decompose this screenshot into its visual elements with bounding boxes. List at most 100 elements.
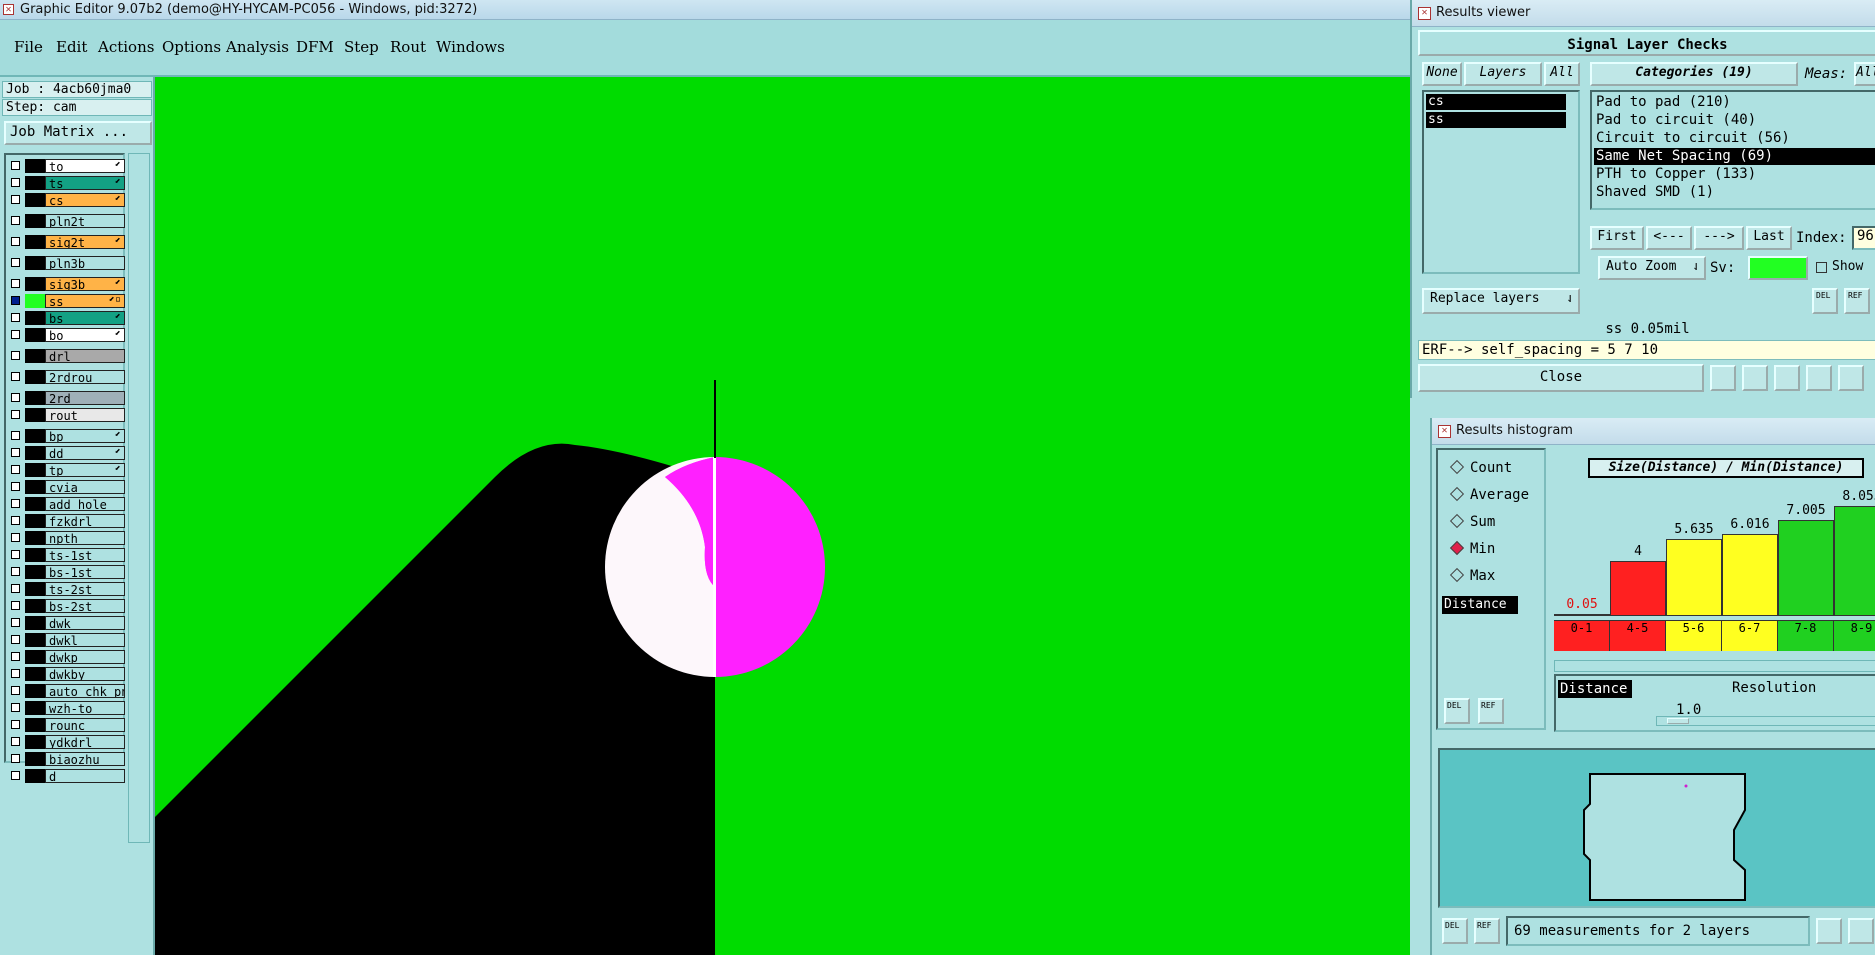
del-icon[interactable]: DEL — [1444, 698, 1470, 724]
layer-name[interactable]: cvia — [45, 480, 125, 494]
layer-name[interactable]: dwkp — [45, 650, 125, 664]
layer-name[interactable]: rounc — [45, 718, 125, 732]
layer-row[interactable]: dd ⬋ — [8, 446, 125, 460]
layer-row[interactable]: biaozhu — [8, 752, 125, 766]
layer-name[interactable]: biaozhu — [45, 752, 125, 766]
layer-row[interactable]: fzkdrl — [8, 514, 125, 528]
prev-button[interactable]: <--- — [1646, 226, 1692, 250]
layer-row[interactable]: ts-1st — [8, 548, 125, 562]
histogram-item-distance[interactable]: Distance — [1442, 596, 1518, 614]
layer-checkbox[interactable] — [11, 431, 20, 440]
layer-name[interactable]: sig3b — [45, 277, 125, 291]
layer-name[interactable]: bs-1st — [45, 565, 125, 579]
layers-none-button[interactable]: None — [1422, 62, 1462, 86]
layer-checkbox[interactable] — [11, 533, 20, 542]
layer-row[interactable]: drl — [8, 349, 125, 363]
layer-name[interactable]: pln3b — [45, 256, 125, 270]
layer-name[interactable]: 2rd — [45, 391, 125, 405]
layer-name[interactable]: dwk — [45, 616, 125, 630]
layer-row[interactable]: ts-2st — [8, 582, 125, 596]
layer-row[interactable]: dwkl — [8, 633, 125, 647]
mode-count[interactable]: Count — [1449, 459, 1512, 476]
layer-row[interactable]: auto_chk_pn — [8, 684, 125, 698]
menu-dfm[interactable]: DFM — [296, 38, 334, 56]
help-icon[interactable] — [1806, 365, 1832, 391]
layer-row[interactable]: pln2t — [8, 214, 125, 228]
layer-row[interactable]: ss ⬋▫ — [8, 294, 125, 308]
histogram-bar[interactable] — [1722, 533, 1778, 616]
layer-checkbox[interactable] — [11, 393, 20, 402]
layer-name[interactable]: dwkl — [45, 633, 125, 647]
layer-checkbox[interactable] — [11, 601, 20, 610]
layer-checkbox[interactable] — [11, 161, 20, 170]
layer-checkbox[interactable] — [11, 296, 20, 305]
menu-options[interactable]: Options — [162, 38, 221, 56]
layer-checkbox[interactable] — [11, 584, 20, 593]
measure-icon[interactable] — [1710, 365, 1736, 391]
result-layer-ss[interactable]: ss — [1426, 112, 1566, 128]
layer-checkbox[interactable] — [11, 754, 20, 763]
layers-all-button[interactable]: All — [1544, 62, 1580, 86]
categories-button[interactable]: Categories (19) — [1590, 62, 1798, 86]
resolution-slider-thumb[interactable] — [1667, 718, 1689, 724]
layer-checkbox[interactable] — [11, 313, 20, 322]
layer-name[interactable]: to — [45, 159, 125, 173]
resolution-slider[interactable] — [1656, 716, 1875, 726]
layer-row[interactable]: bs-2st — [8, 599, 125, 613]
layer-checkbox[interactable] — [11, 258, 20, 267]
histogram-scrollbar[interactable] — [1554, 660, 1875, 672]
layer-checkbox[interactable] — [11, 686, 20, 695]
mode-max[interactable]: Max — [1449, 567, 1495, 584]
layer-row[interactable]: cs ⬋ — [8, 193, 125, 207]
layer-checkbox[interactable] — [11, 635, 20, 644]
menu-file[interactable]: File — [14, 38, 43, 56]
layer-row[interactable]: sig3b ⬋ — [8, 277, 125, 291]
ref-icon[interactable]: REF — [1478, 698, 1504, 724]
menu-analysis[interactable]: Analysis — [226, 38, 289, 56]
histogram-bar[interactable] — [1666, 539, 1722, 616]
layer-checkbox[interactable] — [11, 482, 20, 491]
menu-windows[interactable]: Windows — [436, 38, 505, 56]
graphics-canvas[interactable] — [155, 77, 1410, 955]
layer-name[interactable]: drl — [45, 349, 125, 363]
app-close-icon[interactable]: ✕ — [3, 4, 14, 15]
layer-name[interactable]: sig2t — [45, 235, 125, 249]
layer-checkbox[interactable] — [11, 516, 20, 525]
layer-checkbox[interactable] — [11, 410, 20, 419]
category-item[interactable]: Shaved SMD (1) — [1594, 184, 1875, 201]
layer-row[interactable]: bo ⬋ — [8, 328, 125, 342]
board-overview[interactable] — [1438, 748, 1875, 908]
save-icon[interactable] — [1742, 365, 1768, 391]
ref-icon[interactable]: REF — [1474, 918, 1500, 944]
layer-name[interactable]: ts — [45, 176, 125, 190]
layer-checkbox[interactable] — [11, 465, 20, 474]
category-item[interactable]: Circuit to circuit (56) — [1594, 130, 1875, 147]
layer-row[interactable]: wzh-to — [8, 701, 125, 715]
delete-result-icon[interactable] — [1774, 365, 1800, 391]
layer-row[interactable]: dwkp — [8, 650, 125, 664]
layer-row[interactable]: npth — [8, 531, 125, 545]
layer-row[interactable]: dwkby — [8, 667, 125, 681]
layer-checkbox[interactable] — [11, 550, 20, 559]
layer-row[interactable]: ydkdrl — [8, 735, 125, 749]
layer-name[interactable]: bs — [45, 311, 125, 325]
menu-step[interactable]: Step — [344, 38, 379, 56]
histogram-bar[interactable] — [1778, 520, 1834, 616]
layer-name[interactable]: auto_chk_pn — [45, 684, 125, 698]
menu-edit[interactable]: Edit — [56, 38, 87, 56]
result-layer-cs[interactable]: cs — [1426, 94, 1566, 110]
layer-name[interactable]: ts-2st — [45, 582, 125, 596]
close-icon[interactable]: ✕ — [1418, 7, 1431, 20]
layer-checkbox[interactable] — [11, 351, 20, 360]
layer-name[interactable]: bs-2st — [45, 599, 125, 613]
layer-name[interactable]: cs — [45, 193, 125, 207]
layer-name[interactable]: bo — [45, 328, 125, 342]
layer-row[interactable]: bs-1st — [8, 565, 125, 579]
layer-checkbox[interactable] — [11, 737, 20, 746]
layer-row[interactable]: 2rd — [8, 391, 125, 405]
layer-checkbox[interactable] — [11, 195, 20, 204]
layer-row[interactable]: dwk — [8, 616, 125, 630]
layer-name[interactable]: ydkdrl — [45, 735, 125, 749]
meas-select[interactable]: All — [1854, 62, 1875, 86]
menu-actions[interactable]: Actions — [98, 38, 154, 56]
